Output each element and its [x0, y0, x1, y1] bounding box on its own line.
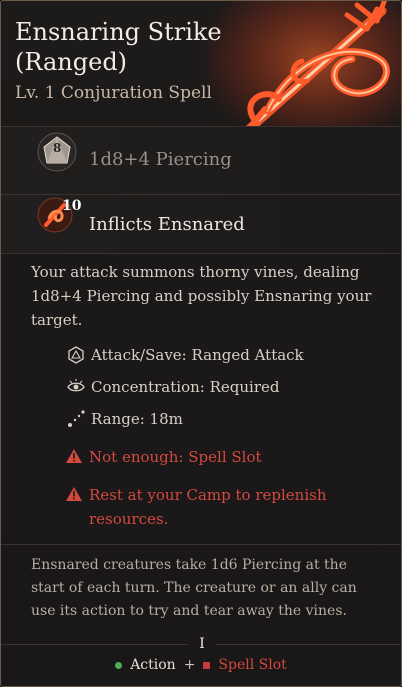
spell-level-marker: I: [188, 633, 216, 655]
spell-tooltip: Ensnaring Strike (Ranged) Lv. 1 Conjurat…: [0, 0, 402, 687]
action-dot-icon: [115, 661, 123, 669]
spell-description: Your attack summons thorny vines, dealin…: [31, 263, 372, 329]
warning-spell-slot: Not enough: Spell Slot: [65, 445, 262, 469]
warning-text: Not enough: Spell Slot: [89, 448, 262, 466]
spell-title: Ensnaring Strike (Ranged): [15, 18, 222, 76]
property-label: Range: 18m: [91, 410, 183, 428]
property-label: Concentration: Required: [91, 378, 280, 396]
warning-icon: [66, 487, 82, 501]
property-label: Attack/Save: Ranged Attack: [91, 346, 304, 364]
property-attack-save: Attack/Save: Ranged Attack: [67, 345, 304, 365]
extra-description: Ensnared creatures take 1d6 Piercing at …: [31, 557, 357, 619]
warning-text: Rest at your Camp to replenish resources…: [89, 486, 327, 528]
property-range: Range: 18m: [67, 409, 183, 429]
resource-cost: Action + Spell Slot: [1, 657, 401, 673]
condition-value: 10: [62, 198, 82, 214]
damage-text: 1d8+4 Piercing: [89, 149, 232, 170]
dice-value: 8: [53, 141, 62, 155]
section-divider: [1, 544, 401, 545]
condition-text: Inflicts Ensnared: [89, 214, 245, 235]
warning-rest: Rest at your Camp to replenish resources…: [65, 483, 335, 531]
spell-subtitle: Lv. 1 Conjuration Spell: [15, 83, 212, 103]
cost-plus: +: [183, 657, 196, 673]
spell-slot-square-icon: [203, 661, 211, 669]
warning-icon: [66, 449, 82, 463]
attack-save-icon: [68, 346, 84, 364]
action-cost-label: Action: [130, 657, 176, 673]
spell-slot-cost-label: Spell Slot: [218, 657, 287, 673]
concentration-icon: [67, 379, 85, 392]
range-icon: [68, 410, 85, 427]
property-concentration: Concentration: Required: [67, 377, 279, 397]
